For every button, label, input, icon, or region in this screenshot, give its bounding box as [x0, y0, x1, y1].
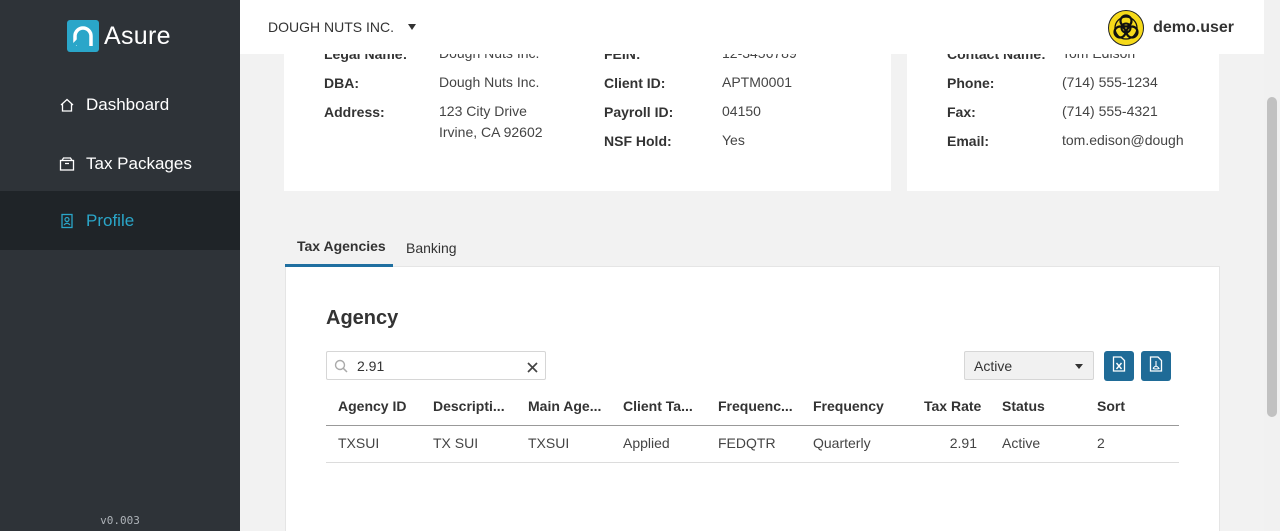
address-label: Address: — [324, 104, 385, 120]
biohazard-icon — [1108, 10, 1145, 46]
sidebar-item-label: Tax Packages — [86, 153, 192, 173]
asure-logo[interactable]: Asure — [67, 20, 171, 52]
client-id-value: APTM0001 — [722, 74, 793, 90]
table-cell: TXSUI — [338, 435, 380, 451]
column-header[interactable]: Client Ta... — [623, 398, 713, 414]
company-selector[interactable]: DOUGH NUTS INC. — [268, 19, 416, 35]
column-header[interactable]: Status — [1002, 398, 1082, 414]
fax-value: (714) 555-4321 — [1062, 103, 1158, 119]
column-header[interactable]: Agency ID — [338, 398, 428, 414]
dba-label: DBA: — [324, 75, 359, 91]
contact-info-card: Contact Name: Tom Edison Phone: (714) 55… — [907, 30, 1219, 191]
sidebar-item-dashboard[interactable]: Dashboard — [0, 75, 240, 134]
tab-label: Tax Agencies — [297, 238, 386, 254]
user-name: demo.user — [1153, 19, 1234, 36]
email-label: Email: — [947, 133, 990, 149]
email-value: tom.edison@dough — [1062, 132, 1184, 148]
payroll-id-label: Payroll ID: — [604, 104, 674, 120]
package-icon — [59, 156, 75, 172]
export-excel-button[interactable] — [1104, 351, 1134, 381]
table-cell: 2 — [1097, 435, 1105, 451]
column-header[interactable]: Sort — [1097, 398, 1167, 414]
row-divider — [326, 462, 1179, 463]
fax-label: Fax: — [947, 104, 976, 120]
scrollbar-thumb[interactable] — [1267, 97, 1277, 417]
address-line2: Irvine, CA 92602 — [439, 124, 543, 140]
export-pdf-button[interactable] — [1141, 351, 1171, 381]
sidebar-item-label: Profile — [86, 210, 135, 230]
status-filter-select[interactable]: Active — [964, 351, 1094, 380]
vertical-scrollbar[interactable] — [1264, 0, 1280, 531]
status-filter-value: Active — [974, 358, 1013, 374]
nsf-hold-value: Yes — [722, 132, 745, 148]
pdf-icon — [1149, 355, 1163, 377]
column-header[interactable]: Main Age... — [528, 398, 618, 414]
search-box — [326, 351, 546, 380]
nsf-hold-label: NSF Hold: — [604, 133, 672, 149]
company-name: DOUGH NUTS INC. — [268, 19, 394, 35]
home-icon — [59, 97, 75, 113]
column-header[interactable]: Tax Rate — [924, 398, 994, 414]
column-header[interactable]: Frequenc... — [718, 398, 808, 414]
clear-icon[interactable] — [527, 360, 538, 378]
table-cell: FEDQTR — [718, 435, 776, 451]
column-header[interactable]: Descripti... — [433, 398, 523, 414]
top-header: DOUGH NUTS INC. demo.user — [240, 0, 1280, 54]
sidebar-item-tax-packages[interactable]: Tax Packages — [0, 134, 240, 193]
user-menu[interactable]: demo.user — [1108, 10, 1234, 46]
client-id-label: Client ID: — [604, 75, 666, 91]
phone-label: Phone: — [947, 75, 995, 91]
address-line1: 123 City Drive — [439, 103, 527, 119]
asure-logo-icon — [67, 20, 99, 52]
profile-icon — [59, 213, 75, 229]
caret-down-icon — [408, 24, 416, 30]
table-cell: Quarterly — [813, 435, 871, 451]
table-cell: 2.91 — [949, 435, 977, 451]
table-cell: Active — [1002, 435, 1041, 451]
header-divider — [326, 425, 1179, 426]
chevron-down-icon — [1075, 364, 1083, 369]
phone-value: (714) 555-1234 — [1062, 74, 1158, 90]
payroll-id-value: 04150 — [722, 103, 761, 119]
app-version: v0.003 — [100, 514, 140, 527]
search-icon — [334, 359, 348, 378]
tab-tax-agencies[interactable]: Tax Agencies — [285, 238, 398, 266]
app-name: Asure — [104, 21, 171, 50]
table-cell: TX SUI — [433, 435, 479, 451]
table-cell: Applied — [623, 435, 670, 451]
sidebar-item-profile[interactable]: Profile — [0, 191, 240, 250]
table-cell: TXSUI — [528, 435, 570, 451]
tab-label: Banking — [406, 240, 457, 256]
sidebar: Asure Dashboard Tax Packages Profile v0.… — [0, 0, 240, 531]
section-title: Agency — [326, 307, 399, 329]
tab-banking[interactable]: Banking — [394, 240, 469, 268]
sidebar-item-label: Dashboard — [86, 94, 170, 114]
column-header[interactable]: Frequency — [813, 398, 903, 414]
client-info-card: Legal Name: Dough Nuts Inc. DBA: Dough N… — [284, 30, 891, 191]
dba-value: Dough Nuts Inc. — [439, 74, 540, 90]
excel-icon — [1112, 355, 1126, 377]
search-input[interactable] — [357, 356, 517, 376]
